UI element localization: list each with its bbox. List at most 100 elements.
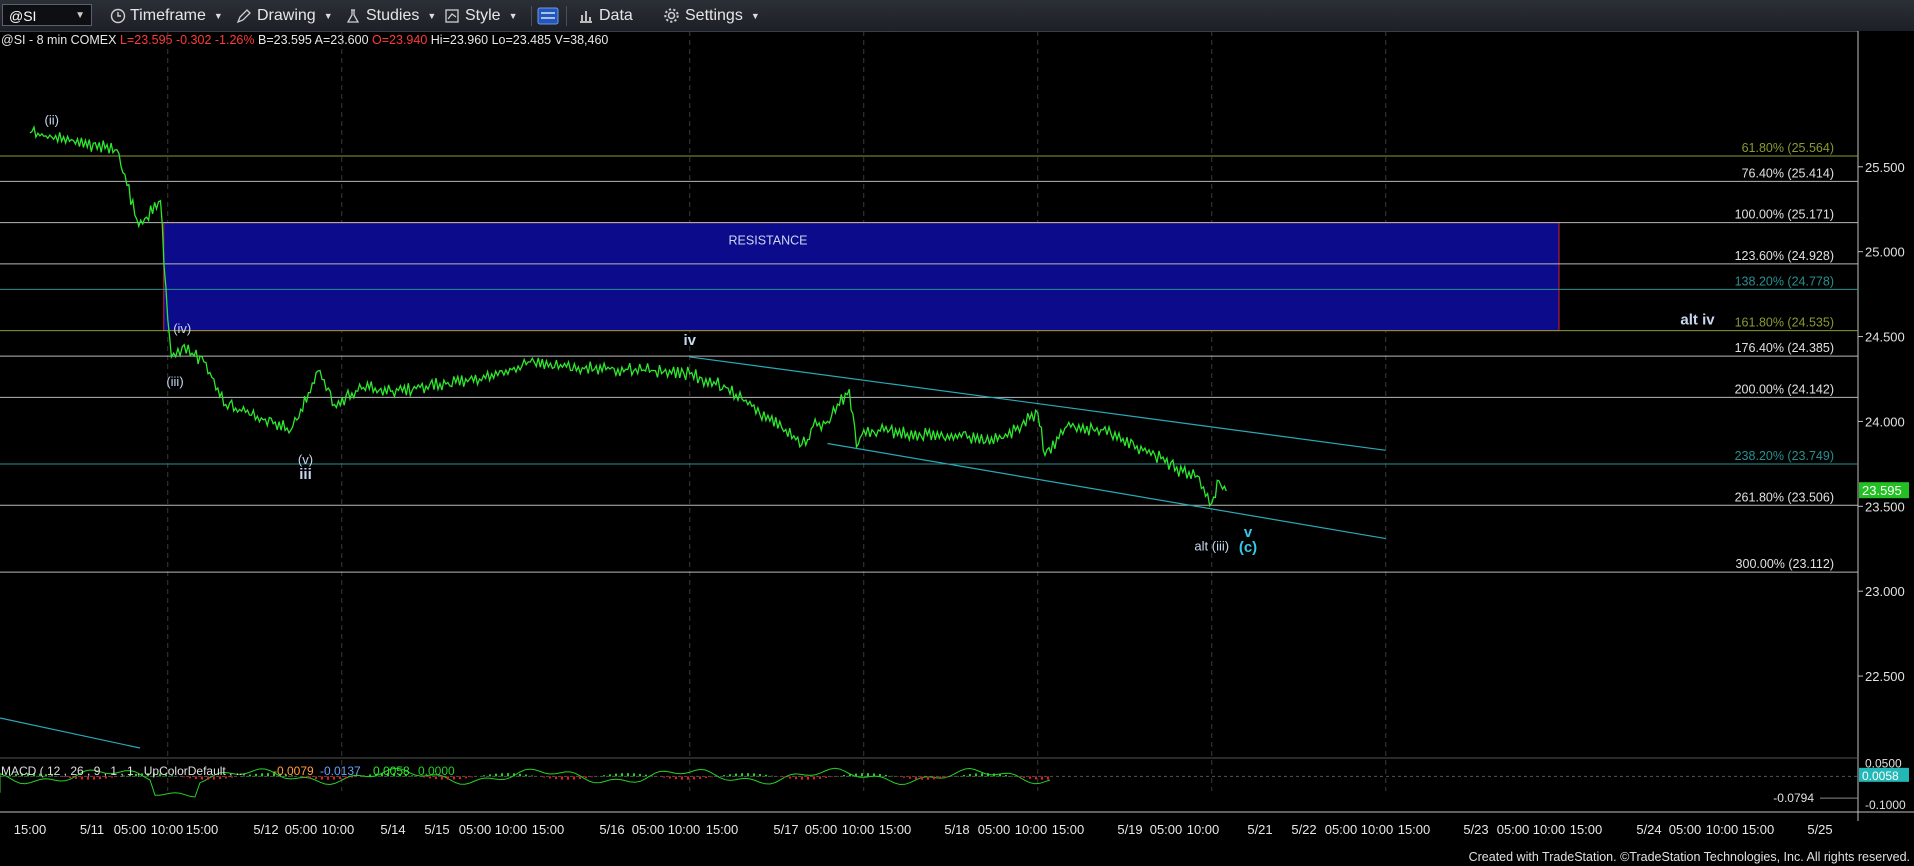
wave-label: (ii): [45, 112, 59, 127]
fib-level-label: 61.80% (25.564): [1742, 141, 1834, 155]
symbol-text: @SI: [9, 8, 37, 24]
chevron-down-icon: ▼: [213, 10, 223, 21]
wave-label: (iii): [166, 374, 183, 389]
x-tick-label: 10:00: [151, 822, 184, 837]
fib-level-label: 138.20% (24.778): [1735, 274, 1834, 288]
x-tick-label: 5/15: [424, 822, 449, 837]
x-tick-label: 05:00: [1669, 822, 1702, 837]
price-chart[interactable]: RESISTANCE 61.80% (25.564) 76.40% (25.414)…: [0, 31, 1914, 843]
y-tick-label: 24.000: [1865, 414, 1905, 429]
x-tick-label: 5/11: [80, 822, 104, 837]
x-tick-label: 15:00: [1052, 822, 1085, 837]
y-tick-label: 23.000: [1865, 584, 1905, 599]
x-tick-label: 05:00: [1150, 822, 1183, 837]
x-tick-label: 5/19: [1117, 822, 1142, 837]
y-tick-label: 24.500: [1865, 330, 1905, 345]
x-tick-label: 05:00: [114, 822, 147, 837]
y-tick-label: 23.500: [1865, 499, 1905, 514]
x-tick-label: 10:00: [1015, 822, 1048, 837]
symbol-input[interactable]: @SI ▼: [2, 4, 92, 26]
x-tick-label: 05:00: [1497, 822, 1530, 837]
macd-value: -0.0137: [320, 764, 361, 778]
gear-icon: [664, 8, 679, 23]
settings-menu[interactable]: Settings ▼: [663, 5, 760, 26]
x-tick-label: 10:00: [322, 822, 355, 837]
wave-label: (v): [298, 452, 313, 467]
x-tick-label: 5/16: [599, 822, 624, 837]
studies-label: Studies: [366, 6, 420, 24]
x-tick-label: 10:00: [1361, 822, 1394, 837]
x-tick-label: 15:00: [14, 822, 47, 837]
pencil-icon: [236, 8, 251, 23]
wave-label: iii: [299, 466, 312, 483]
x-tick-label: 10:00: [668, 822, 701, 837]
chevron-down-icon: ▼: [508, 10, 518, 21]
studies-menu[interactable]: Studies ▼: [345, 5, 436, 26]
data-menu[interactable]: Data: [578, 5, 633, 26]
style-menu[interactable]: Style ▼: [444, 5, 518, 26]
x-tick-label: 05:00: [459, 822, 492, 837]
last-price-label: 23.595: [1862, 483, 1902, 498]
toolbar: @SI ▼ Timeframe ▼ Drawing ▼ Studies ▼ St…: [0, 0, 1914, 32]
x-tick-label: 10:00: [495, 822, 528, 837]
x-tick-label: 15:00: [186, 822, 219, 837]
y-tick-label: 25.500: [1865, 160, 1905, 175]
settings-label: Settings: [685, 6, 743, 24]
x-tick-label: 10:00: [1533, 822, 1566, 837]
x-tick-label: 5/18: [944, 822, 969, 837]
resistance-label: RESISTANCE: [729, 234, 808, 248]
macd-value: 0.0000: [418, 764, 455, 778]
footer-credit: Created with TradeStation. ©TradeStation…: [1468, 850, 1910, 864]
style-label: Style: [465, 6, 501, 24]
y-axis-panel: [1858, 31, 1914, 843]
y-tick-label: 22.500: [1865, 669, 1905, 684]
x-tick-label: 05:00: [805, 822, 838, 837]
fib-level-label: 176.40% (24.385): [1735, 341, 1834, 355]
fib-level-label: 300.00% (23.112): [1736, 557, 1834, 571]
layout-button[interactable]: [537, 5, 559, 26]
macd-signal-label: -0.0794: [1773, 791, 1814, 805]
macd-tick-label: -0.1000: [1865, 798, 1906, 812]
x-tick-label: 15:00: [532, 822, 565, 837]
x-tick-label: 5/22: [1291, 822, 1316, 837]
drawing-label: Drawing: [257, 6, 316, 24]
x-tick-label: 5/23: [1463, 822, 1488, 837]
x-tick-label: 05:00: [632, 822, 665, 837]
resistance-zone: [163, 222, 1560, 332]
x-tick-label: 5/25: [1807, 822, 1832, 837]
macd-current-label: 0.0058: [1862, 769, 1899, 783]
timeframe-menu[interactable]: Timeframe ▼: [110, 5, 223, 26]
x-tick-label: 15:00: [1398, 822, 1431, 837]
x-tick-label: 10:00: [1187, 822, 1220, 837]
fib-level-label: 200.00% (24.142): [1735, 382, 1834, 396]
bar-chart-icon: [580, 10, 592, 23]
flask-icon: [346, 8, 360, 23]
chevron-down-icon: ▼: [750, 10, 760, 21]
wave-label: (c): [1239, 539, 1257, 556]
x-tick-label: 15:00: [1570, 822, 1603, 837]
chevron-down-icon: ▼: [323, 10, 333, 21]
macd-value: 0.0058: [373, 764, 410, 778]
toolbar-divider: [566, 6, 567, 26]
fib-level-label: 161.80% (24.535): [1735, 316, 1834, 330]
y-tick-label: 25.000: [1865, 245, 1905, 260]
fib-level-label: 100.00% (25.171): [1735, 208, 1834, 222]
chevron-down-icon: ▼: [75, 10, 85, 21]
clock-icon: [110, 8, 126, 23]
drawing-menu[interactable]: Drawing ▼: [236, 5, 333, 26]
macd-title: MACD ( 12 , 26 , 9 , 1 , 1 , UpColorDefa…: [1, 764, 246, 778]
macd-value: -0.0079: [273, 764, 314, 778]
trend-channel-line: [827, 442, 1386, 540]
fib-level-label: 123.60% (24.928): [1735, 249, 1834, 263]
x-tick-label: 15:00: [706, 822, 739, 837]
fib-level-label: 76.40% (25.414): [1742, 166, 1834, 180]
x-tick-label: 5/21: [1247, 822, 1272, 837]
x-tick-label: 05:00: [285, 822, 318, 837]
layout-icon: [537, 7, 559, 24]
style-icon: [445, 8, 459, 23]
x-tick-label: 05:00: [1325, 822, 1358, 837]
chevron-down-icon: ▼: [427, 10, 437, 21]
x-tick-label: 5/12: [253, 822, 278, 837]
fib-level-label: 238.20% (23.749): [1735, 449, 1834, 463]
timeframe-label: Timeframe: [130, 6, 206, 24]
